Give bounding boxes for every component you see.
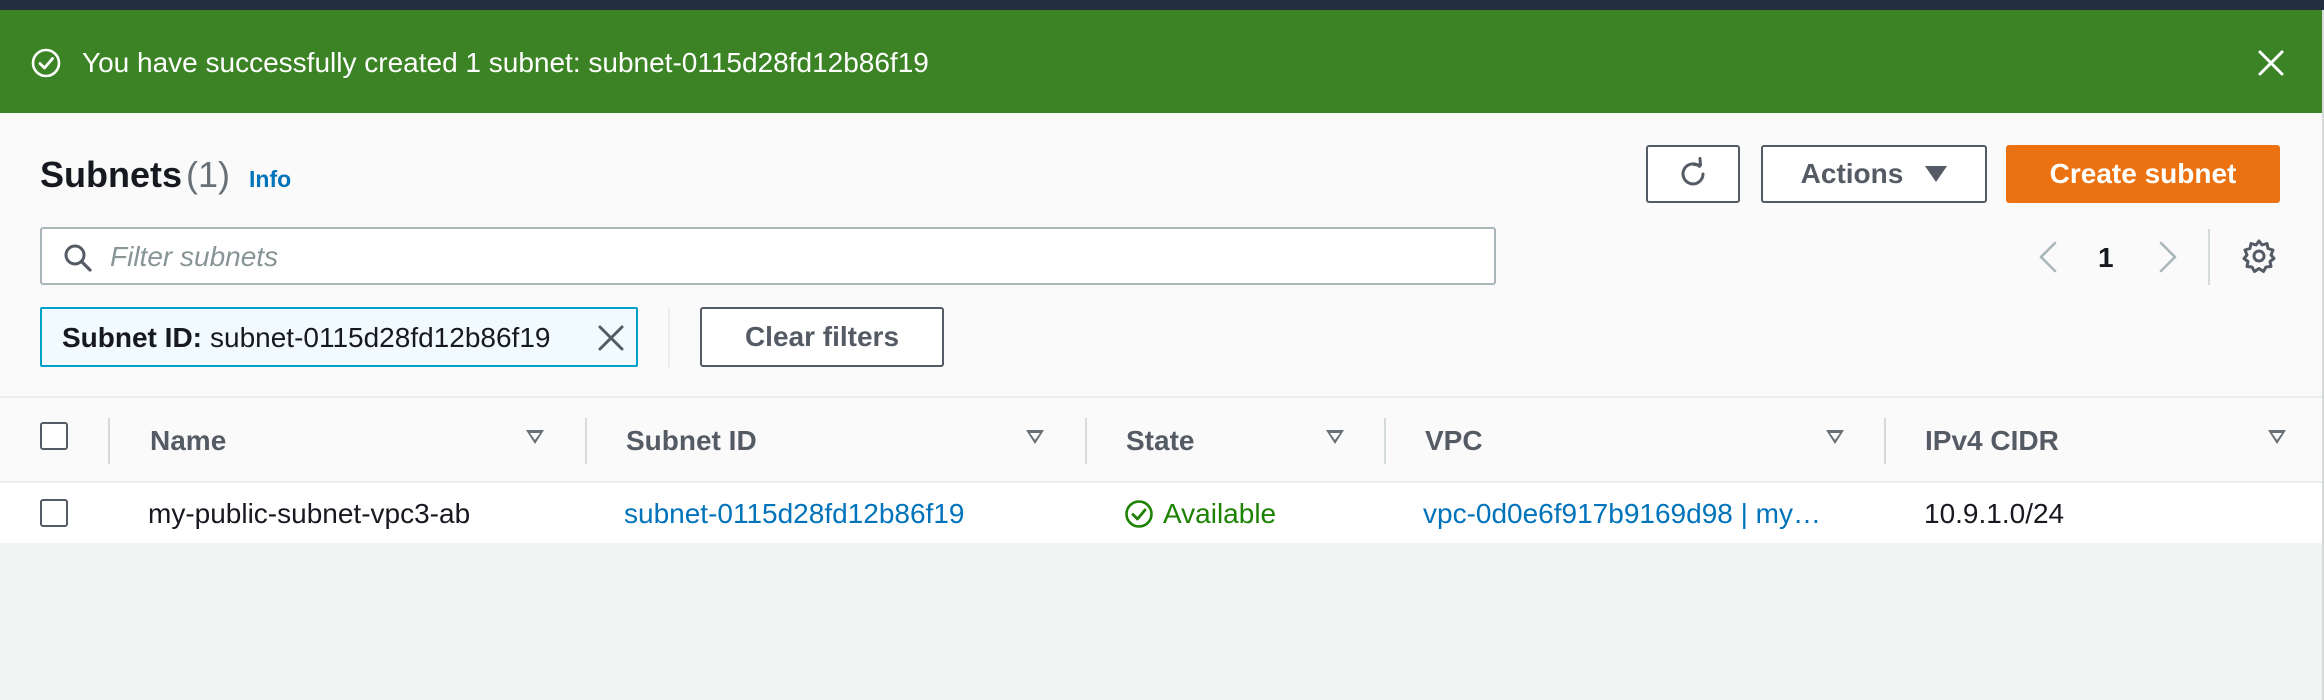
clear-filters-button[interactable]: Clear filters — [700, 307, 944, 367]
subnet-id-filter-token: Subnet ID: subnet-0115d28fd12b86f19 — [40, 307, 638, 367]
subnets-panel: Subnets (1) Info Actions Create subnet 1 — [0, 113, 2324, 545]
filter-token-label: Subnet ID: — [62, 322, 202, 353]
remove-filter-icon[interactable] — [595, 322, 627, 354]
table-row[interactable]: my-public-subnet-vpc3-ab subnet-0115d28f… — [0, 483, 2324, 545]
check-circle-icon — [1125, 500, 1153, 528]
flash-message: You have successfully created 1 subnet: … — [82, 47, 929, 78]
actions-dropdown-button[interactable]: Actions — [1761, 145, 1987, 203]
subnet-count: (1) — [186, 154, 230, 195]
column-divider — [108, 418, 110, 464]
actions-label: Actions — [1800, 158, 1904, 189]
select-all-checkbox[interactable] — [40, 422, 68, 450]
column-divider[interactable] — [585, 418, 587, 464]
page-title: Subnets — [40, 154, 183, 195]
filter-divider — [668, 307, 670, 367]
cell-name: my-public-subnet-vpc3-ab — [148, 498, 471, 529]
success-flashbar: You have successfully created 1 subnet: … — [0, 10, 2324, 113]
cell-vpc-link[interactable]: vpc-0d0e6f917b9169d98 | my… — [1423, 497, 1821, 531]
console-top-bar — [0, 0, 2324, 10]
info-link[interactable]: Info — [249, 165, 291, 193]
filter-search-box — [40, 227, 1496, 285]
column-header-name[interactable]: Name — [150, 424, 226, 458]
pagination-divider — [2208, 229, 2210, 285]
close-icon[interactable] — [2254, 46, 2288, 80]
sort-icon[interactable] — [1826, 430, 1844, 444]
empty-content-area — [0, 543, 2324, 700]
column-divider[interactable] — [1884, 418, 1886, 464]
sort-icon[interactable] — [1026, 430, 1044, 444]
create-subnet-button[interactable]: Create subnet — [2006, 145, 2280, 203]
caret-down-icon — [1925, 166, 1948, 182]
cell-state: Available — [1163, 498, 1277, 529]
current-page-number[interactable]: 1 — [2098, 241, 2114, 275]
column-header-ipv4-cidr[interactable]: IPv4 CIDR — [1925, 424, 2059, 458]
search-icon — [64, 244, 92, 272]
refresh-button[interactable] — [1646, 145, 1740, 203]
cell-subnet-id-link[interactable]: subnet-0115d28fd12b86f19 — [624, 497, 964, 531]
filter-token-value: subnet-0115d28fd12b86f19 — [210, 322, 551, 353]
filter-subnets-input[interactable] — [110, 237, 1480, 277]
check-circle-icon — [31, 48, 61, 78]
clear-filters-label: Clear filters — [744, 321, 900, 352]
sort-icon[interactable] — [2268, 430, 2286, 444]
sort-icon[interactable] — [526, 430, 544, 444]
previous-page-icon[interactable] — [2036, 239, 2060, 275]
next-page-icon[interactable] — [2156, 239, 2180, 275]
cell-ipv4-cidr: 10.9.1.0/24 — [1924, 498, 2065, 529]
create-subnet-label: Create subnet — [2049, 158, 2237, 189]
column-header-subnet-id[interactable]: Subnet ID — [626, 424, 757, 458]
row-select-checkbox[interactable] — [40, 499, 68, 527]
column-divider[interactable] — [1384, 418, 1386, 464]
table-header: Name Subnet ID State VPC IPv4 CIDR — [0, 396, 2324, 483]
refresh-icon — [1681, 157, 1705, 186]
gear-icon[interactable] — [2240, 237, 2278, 275]
column-divider[interactable] — [1085, 418, 1087, 464]
column-header-state[interactable]: State — [1126, 424, 1194, 458]
column-header-vpc[interactable]: VPC — [1425, 424, 1483, 458]
sort-icon[interactable] — [1326, 430, 1344, 444]
